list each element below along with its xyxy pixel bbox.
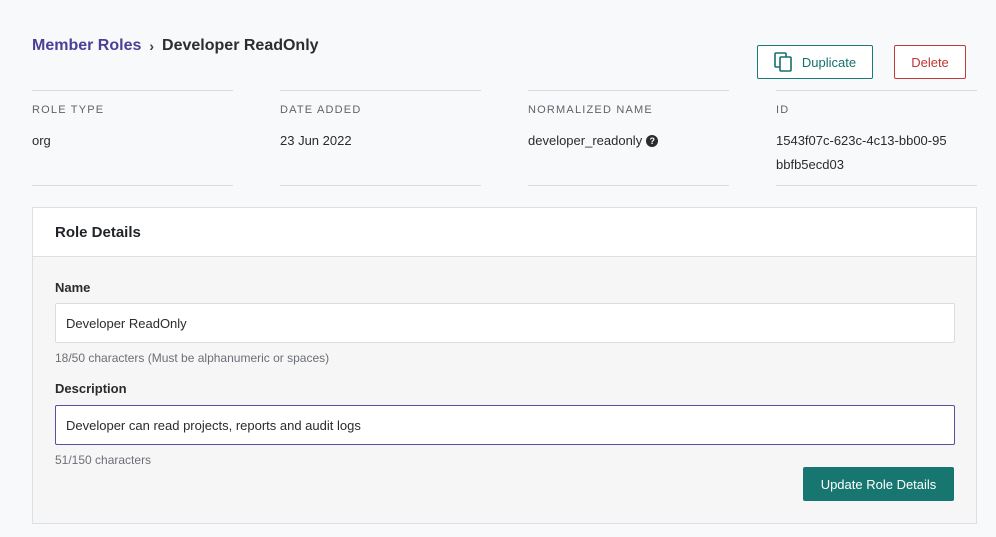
description-hint: 51/150 characters bbox=[55, 453, 152, 467]
description-input[interactable] bbox=[55, 405, 955, 445]
meta-label: ID bbox=[776, 104, 790, 116]
breadcrumb-member-roles-link[interactable]: Member Roles bbox=[32, 37, 141, 55]
meta-value: org bbox=[32, 133, 51, 148]
divider bbox=[776, 185, 977, 186]
duplicate-label: Duplicate bbox=[801, 54, 857, 70]
meta-value: 1543f07c-623c-4c13-bb00-95bbfb5ecd03 bbox=[776, 133, 947, 172]
role-details-panel: Role Details Name 18/50 characters (Must… bbox=[32, 207, 977, 524]
meta-value: developer_readonly? bbox=[528, 129, 729, 153]
breadcrumb-separator-icon: › bbox=[149, 38, 155, 54]
divider bbox=[280, 90, 481, 91]
meta-label: NORMALIZED NAME bbox=[528, 104, 653, 116]
delete-label: Delete bbox=[911, 54, 949, 70]
divider bbox=[776, 90, 977, 91]
meta-label: DATE ADDED bbox=[280, 104, 362, 116]
meta-role-type: ROLE TYPE org bbox=[32, 90, 233, 186]
meta-id: ID 1543f07c-623c-4c13-bb00-95bbfb5ecd03 bbox=[776, 90, 977, 186]
meta-value: 23 Jun 2022 bbox=[280, 133, 352, 148]
name-label: Name bbox=[55, 280, 91, 295]
role-details-title: Role Details bbox=[33, 208, 976, 257]
delete-button[interactable]: Delete bbox=[894, 45, 966, 79]
name-input[interactable] bbox=[55, 303, 955, 343]
description-label: Description bbox=[55, 381, 127, 396]
help-icon[interactable]: ? bbox=[646, 134, 659, 147]
duplicate-button[interactable]: Duplicate bbox=[757, 45, 873, 79]
normalized-name-text: developer_readonly bbox=[528, 133, 643, 148]
copy-icon bbox=[774, 52, 792, 72]
divider bbox=[528, 185, 729, 186]
divider bbox=[528, 90, 729, 91]
divider bbox=[32, 185, 233, 186]
breadcrumb: Member Roles › Developer ReadOnly bbox=[32, 37, 319, 55]
meta-normalized-name: NORMALIZED NAME developer_readonly? bbox=[528, 90, 729, 186]
meta-date-added: DATE ADDED 23 Jun 2022 bbox=[280, 90, 481, 186]
update-role-details-button[interactable]: Update Role Details bbox=[803, 467, 954, 501]
divider bbox=[32, 90, 233, 91]
page-title: Developer ReadOnly bbox=[162, 37, 319, 54]
name-hint: 18/50 characters (Must be alphanumeric o… bbox=[55, 351, 330, 365]
meta-label: ROLE TYPE bbox=[32, 104, 105, 116]
divider bbox=[280, 185, 481, 186]
